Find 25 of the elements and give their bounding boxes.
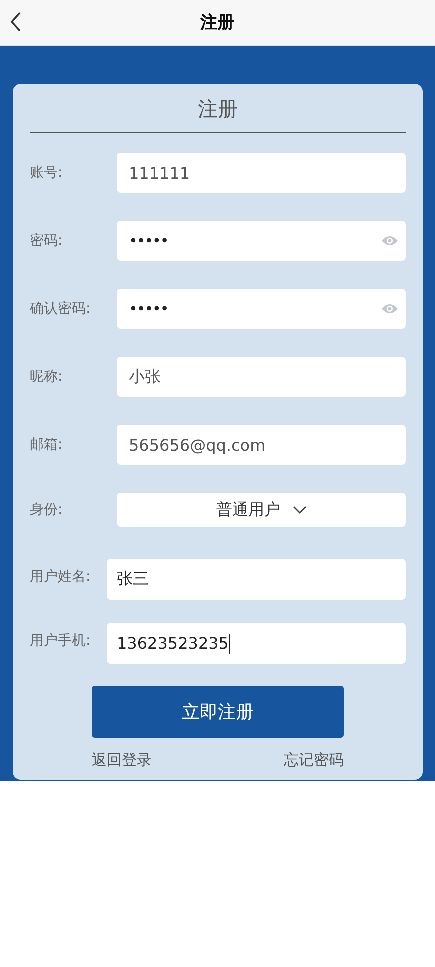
field-label: 邮箱:: [30, 436, 64, 454]
back-icon[interactable]: [10, 11, 22, 33]
text-link[interactable]: 返回登录: [92, 751, 152, 770]
input-field[interactable]: 小张: [117, 357, 406, 397]
field-label: 身份:: [30, 501, 64, 519]
dropdown-field[interactable]: 普通用户: [117, 493, 406, 527]
input-field[interactable]: 13623523235: [107, 623, 406, 664]
page-title: 注册: [200, 12, 234, 34]
field-label: 昵称:: [30, 368, 64, 386]
input-field[interactable]: 111111: [117, 153, 406, 193]
eye-icon[interactable]: [381, 303, 399, 315]
field-label: 确认密码:: [30, 300, 92, 318]
eye-icon[interactable]: [381, 235, 399, 247]
input-field[interactable]: 张三: [107, 559, 406, 600]
field-label: 用户姓名:: [30, 568, 92, 586]
input-field[interactable]: 565656@qq.com: [117, 425, 406, 465]
register-button[interactable]: 立即注册: [92, 686, 344, 738]
form-title: 注册: [197, 96, 239, 122]
chevron-down-icon: [292, 506, 306, 514]
field-label: 账号:: [30, 164, 64, 182]
password-field[interactable]: •••••: [117, 289, 406, 329]
text-link[interactable]: 忘记密码: [284, 751, 344, 770]
password-field[interactable]: •••••: [117, 221, 406, 261]
field-label: 密码:: [30, 232, 64, 250]
field-label: 用户手机:: [30, 632, 92, 650]
